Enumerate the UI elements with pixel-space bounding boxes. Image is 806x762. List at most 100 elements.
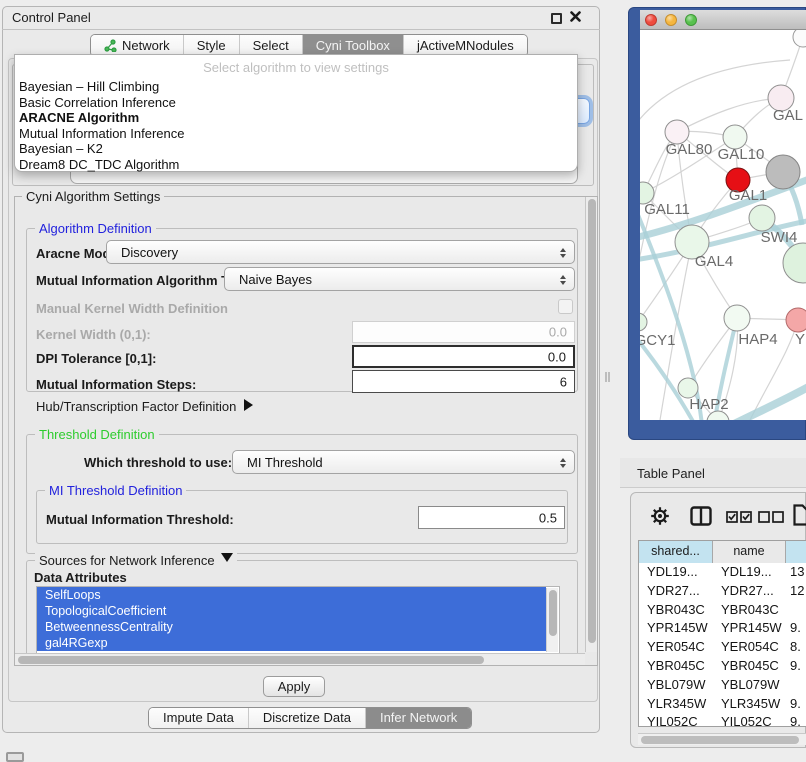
table-cell[interactable]: YDR27... — [639, 582, 713, 601]
table-cell[interactable]: YLR345W — [639, 695, 713, 714]
table-cell[interactable]: YDL19... — [639, 563, 713, 582]
table-cell[interactable]: YER054C — [713, 638, 786, 657]
table-row[interactable]: YDR27...YDR27...12 — [639, 582, 806, 601]
table-cell[interactable]: 8. — [786, 638, 806, 657]
algorithm-option[interactable]: Bayesian – Hill Climbing — [15, 79, 577, 95]
settings-horizontal-scrollbar[interactable] — [15, 653, 585, 665]
table-cell[interactable]: 9. — [786, 713, 806, 727]
float-window-icon[interactable] — [551, 13, 562, 24]
tab-select[interactable]: Select — [239, 35, 302, 56]
table-row[interactable]: YPR145WYPR145W9. — [639, 619, 806, 638]
network-node[interactable] — [793, 30, 806, 47]
apply-button[interactable]: Apply — [263, 676, 325, 697]
tab-style[interactable]: Style — [183, 35, 239, 56]
algorithm-option[interactable]: Basic Correlation Inference — [15, 95, 577, 111]
algorithm-option[interactable]: Dream8 DC_TDC Algorithm — [15, 157, 577, 173]
close-icon[interactable] — [570, 9, 584, 25]
network-node[interactable] — [783, 243, 806, 283]
mac-zoom-button[interactable] — [685, 14, 697, 26]
tab-impute-data[interactable]: Impute Data — [149, 708, 248, 728]
manual-kernel-checkbox[interactable] — [558, 299, 573, 314]
table-row[interactable]: YDL19...YDL19...13 — [639, 563, 806, 582]
table-cell[interactable]: 9. — [786, 619, 806, 638]
network-canvas[interactable]: GALGAL80GAL10GAL1GAL11SWI4GAL4GCY1HAP4YH… — [640, 30, 806, 420]
table-cell[interactable]: YBL079W — [713, 676, 786, 695]
table-cell[interactable]: YBR045C — [713, 657, 786, 676]
table-cell[interactable] — [786, 676, 806, 695]
mi-algorithm-type-select[interactable]: Naive Bayes — [224, 267, 575, 291]
network-edge[interactable] — [732, 385, 806, 420]
table-cell[interactable]: YDL19... — [713, 563, 786, 582]
table-cell[interactable]: YBR045C — [639, 657, 713, 676]
table-cell[interactable]: 12 — [786, 582, 806, 601]
aracne-mode-select[interactable]: Discovery — [106, 240, 575, 264]
table-row[interactable]: YIL052CYIL052C9. — [639, 713, 806, 727]
kernel-width-field[interactable]: 0.0 — [352, 321, 575, 343]
network-node[interactable] — [766, 155, 800, 189]
attribute-item[interactable]: BetweennessCentrality — [37, 619, 546, 635]
algorithm-option[interactable]: Bayesian – K2 — [15, 141, 577, 157]
list-vertical-scrollbar[interactable] — [546, 588, 558, 652]
algorithm-option[interactable]: ARACNE Algorithm — [15, 110, 577, 126]
attribute-item[interactable]: gal4RGexp — [37, 635, 546, 651]
table-row[interactable]: YER054CYER054C8. — [639, 638, 806, 657]
sources-title-row[interactable]: Sources for Network Inference — [35, 553, 237, 568]
column-header[interactable]: name — [713, 541, 786, 563]
scrollbar-thumb[interactable] — [588, 199, 596, 643]
table-row[interactable]: YBR043CYBR043C — [639, 601, 806, 620]
scrollbar-thumb[interactable] — [549, 590, 557, 636]
table-cell[interactable]: YBL079W — [639, 676, 713, 695]
table-cell[interactable]: YIL052C — [639, 713, 713, 727]
table-cell[interactable]: YBR043C — [639, 601, 713, 620]
table-horizontal-scrollbar[interactable] — [638, 733, 806, 745]
mac-minimize-button[interactable] — [665, 14, 677, 26]
panel-splitter-handle[interactable] — [605, 372, 610, 382]
network-node-swi4[interactable] — [749, 205, 775, 231]
table-cell[interactable]: YER054C — [639, 638, 713, 657]
collapse-down-icon[interactable] — [221, 553, 233, 568]
settings-vertical-scrollbar[interactable] — [585, 197, 597, 652]
table-row[interactable]: YBR045CYBR045C9. — [639, 657, 806, 676]
document-icon[interactable] — [793, 504, 806, 531]
table-cell[interactable]: 9. — [786, 657, 806, 676]
mac-close-button[interactable] — [645, 14, 657, 26]
network-node-hap2[interactable] — [678, 378, 698, 398]
data-attributes-list[interactable]: SelfLoopsTopologicalCoefficientBetweenne… — [36, 586, 560, 654]
network-node-y[interactable] — [786, 308, 806, 332]
attribute-item[interactable]: SelfLoops — [37, 587, 546, 603]
table-cell[interactable]: 9. — [786, 695, 806, 714]
network-edge[interactable] — [640, 60, 790, 125]
table-cell[interactable]: YIL052C — [713, 713, 786, 727]
table-cell[interactable]: YDR27... — [713, 582, 786, 601]
attribute-item[interactable]: TopologicalCoefficient — [37, 603, 546, 619]
scrollbar-thumb[interactable] — [18, 656, 484, 664]
network-node-hap4[interactable] — [724, 305, 750, 331]
table-cell[interactable]: YLR345W — [713, 695, 786, 714]
column-header[interactable]: shared... — [639, 541, 713, 563]
tab-jactivemnodules[interactable]: jActiveMNodules — [403, 35, 527, 56]
checked-rows-icon[interactable] — [726, 510, 752, 528]
table-row[interactable]: YLR345WYLR345W9. — [639, 695, 806, 714]
unchecked-rows-icon[interactable] — [758, 510, 784, 528]
dpi-tolerance-field[interactable]: 0.0 — [352, 345, 575, 368]
table-cell[interactable]: YBR043C — [713, 601, 786, 620]
tab-infer-network[interactable]: Infer Network — [365, 708, 471, 728]
table-cell[interactable] — [786, 601, 806, 620]
table-row[interactable]: YBL079WYBL079W — [639, 676, 806, 695]
which-threshold-select[interactable]: MI Threshold — [232, 450, 575, 474]
algorithm-option[interactable]: Mutual Information Inference — [15, 126, 577, 142]
table-cell[interactable]: 13 — [786, 563, 806, 582]
column-header[interactable]: A — [786, 541, 806, 563]
hub-definition-toggle[interactable]: Hub/Transcription Factor Definition — [36, 399, 259, 414]
table-cell[interactable]: YPR145W — [639, 619, 713, 638]
tab-network[interactable]: Network — [91, 35, 183, 56]
network-node-gcy1[interactable] — [640, 313, 647, 331]
tab-discretize-data[interactable]: Discretize Data — [248, 708, 365, 728]
split-pane-icon[interactable] — [690, 506, 712, 531]
mi-threshold-field[interactable]: 0.5 — [418, 506, 565, 529]
gear-icon[interactable] — [650, 506, 670, 531]
table-cell[interactable]: YPR145W — [713, 619, 786, 638]
collapsed-panel-icon[interactable] — [6, 752, 24, 762]
tab-cyni-toolbox[interactable]: Cyni Toolbox — [302, 35, 403, 56]
expand-right-icon[interactable] — [244, 399, 259, 411]
